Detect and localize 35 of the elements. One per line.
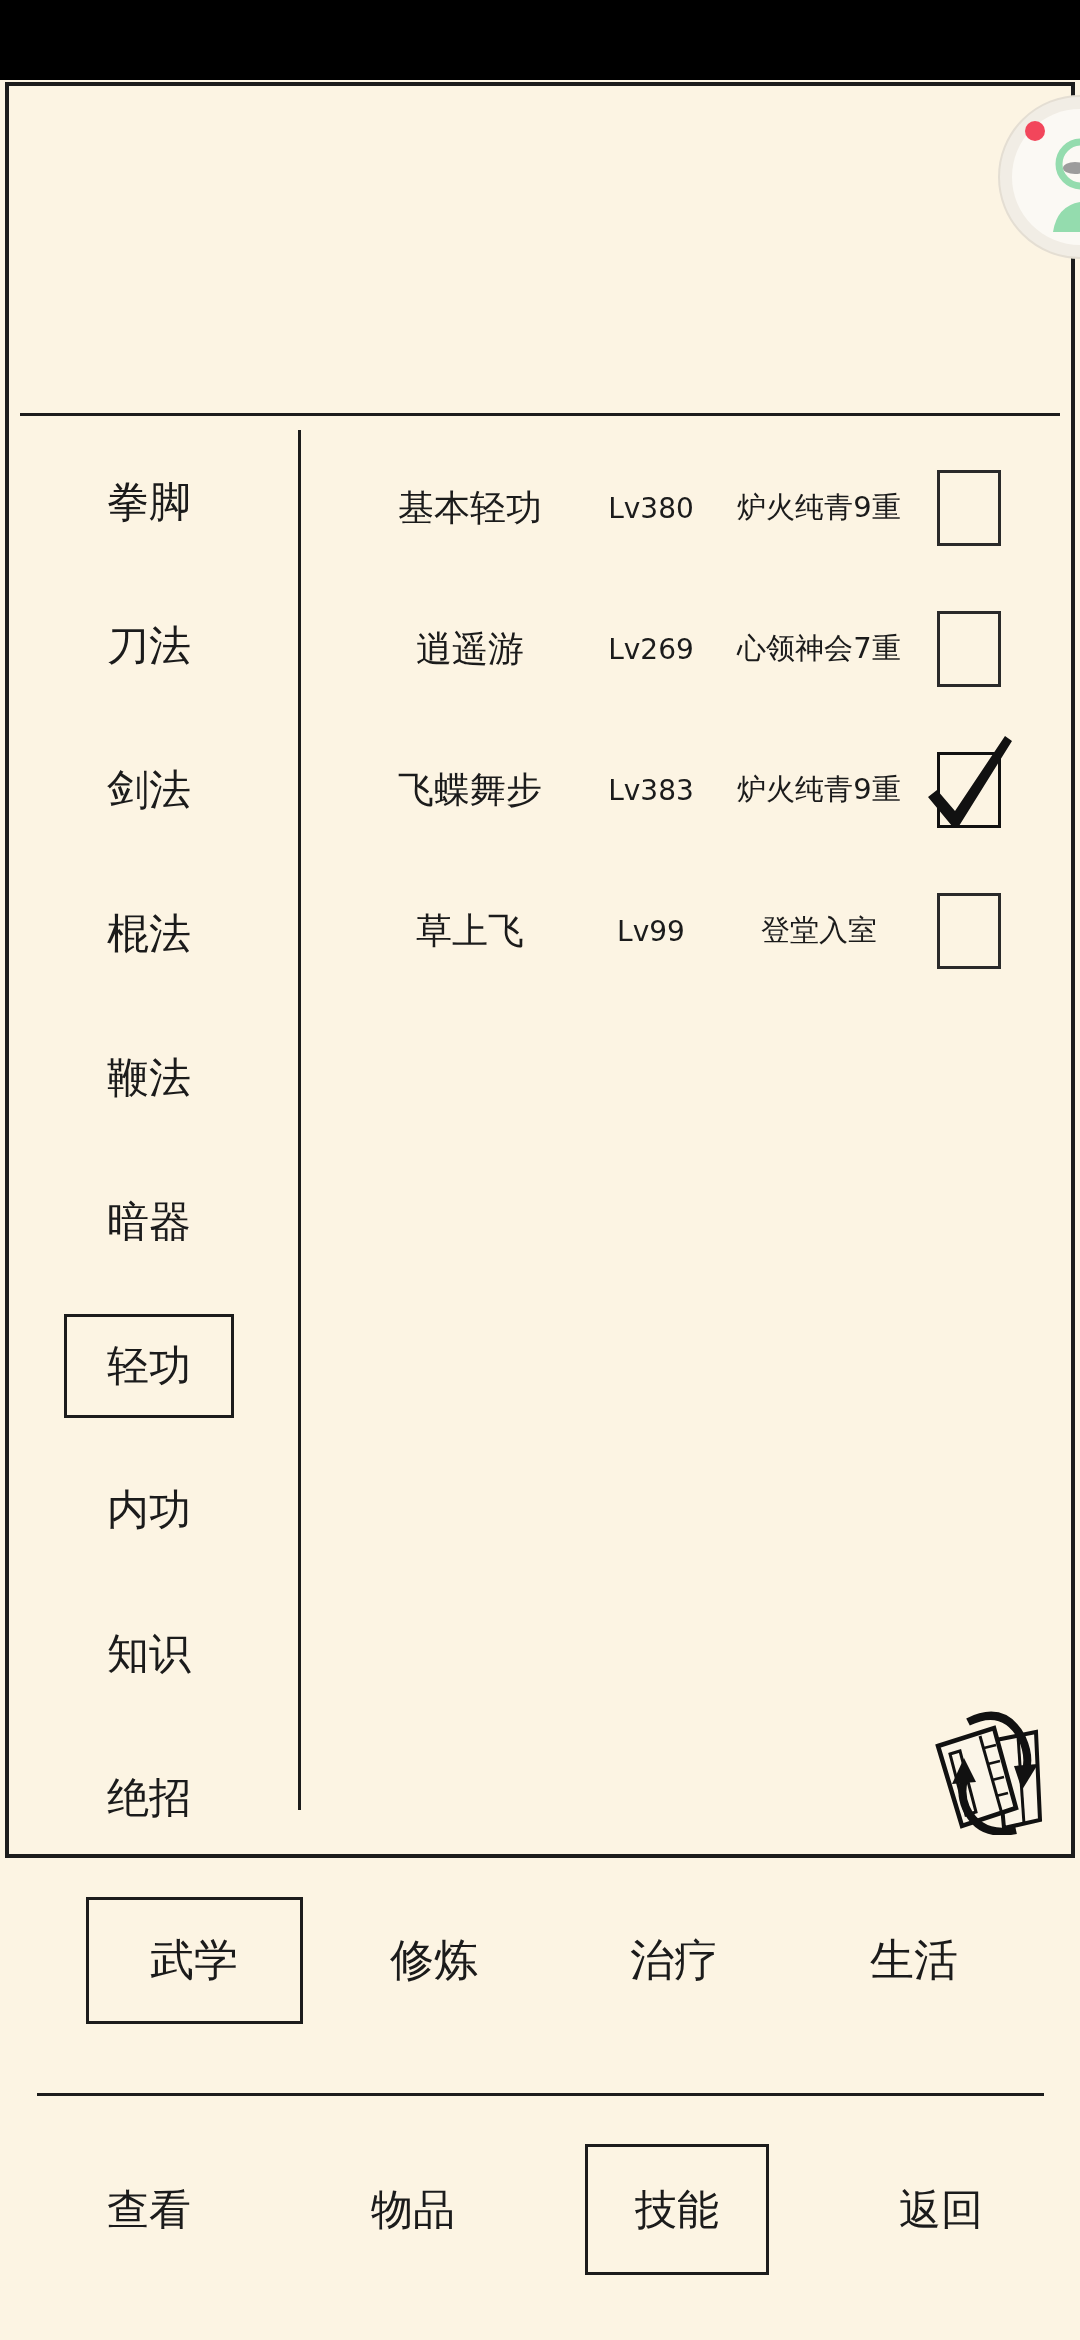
checkbox[interactable] (937, 893, 1001, 969)
category-tab[interactable]: 生活 (805, 1897, 1023, 2024)
category-tab[interactable]: 修炼 (325, 1897, 543, 2024)
category-tab[interactable]: 治疗 (565, 1897, 783, 2024)
checkbox[interactable] (937, 470, 1001, 546)
skill-rank: 炉火纯青9重 (736, 489, 902, 526)
skill-level: Lv99 (616, 914, 686, 948)
nav-tab[interactable]: 查看 (57, 2144, 241, 2275)
check-icon (928, 735, 1012, 827)
sidebar-item[interactable]: 剑法 (64, 738, 234, 842)
skill-name: 逍遥游 (415, 626, 525, 671)
skill-rank: 登堂入室 (760, 912, 878, 949)
sidebar-item[interactable]: 刀法 (64, 594, 234, 698)
sidebar-item[interactable]: 轻功 (64, 1314, 234, 1418)
sidebar-item[interactable]: 暗器 (64, 1170, 234, 1274)
category-tab[interactable]: 武学 (85, 1897, 303, 2024)
sidebar-item[interactable]: 鞭法 (64, 1026, 234, 1130)
skill-rank: 炉火纯青9重 (736, 771, 902, 808)
nav-tab[interactable]: 返回 (849, 2144, 1033, 2275)
nav-tab[interactable]: 物品 (321, 2144, 505, 2275)
sidebar-item[interactable]: 知识 (64, 1602, 234, 1706)
sidebar-item[interactable]: 棍法 (64, 882, 234, 986)
skill-level: Lv383 (607, 773, 695, 807)
skill-rank: 心领神会7重 (735, 630, 902, 667)
skill-level: Lv380 (607, 491, 695, 525)
skill-name: 飞蝶舞步 (397, 767, 543, 812)
nav-tab[interactable]: 技能 (585, 2144, 769, 2275)
sidebar-item[interactable]: 内功 (64, 1458, 234, 1562)
skill-name: 草上飞 (415, 908, 525, 953)
skill-name: 基本轻功 (397, 485, 543, 530)
notification-dot-icon (1025, 121, 1045, 141)
sidebar-item[interactable]: 拳脚 (64, 450, 234, 554)
skill-level: Lv269 (607, 632, 695, 666)
sidebar-item[interactable]: 绝招 (64, 1746, 234, 1850)
checkbox[interactable] (937, 611, 1001, 687)
